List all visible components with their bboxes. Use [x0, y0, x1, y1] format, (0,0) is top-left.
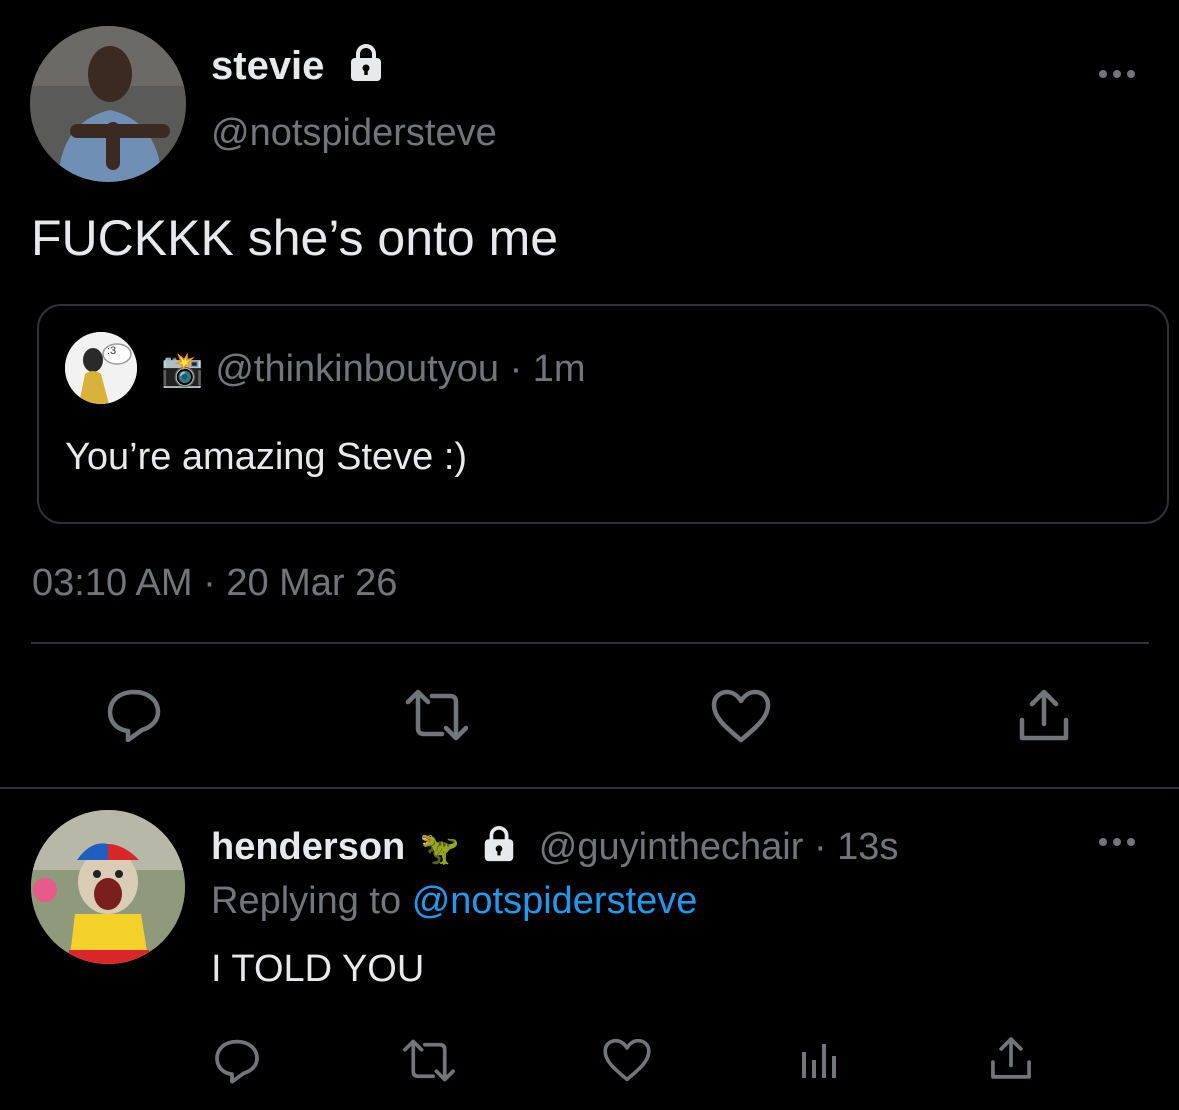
reply-dot: · [813, 826, 827, 868]
tweet-text: FUCKKK she’s onto me [31, 210, 559, 266]
quoted-text: You’re amazing Steve :) [65, 436, 468, 478]
dinosaur-emoji-icon: 🦖 [419, 830, 460, 866]
person-avatar-icon [30, 26, 186, 182]
quoted-avatar[interactable]: :3 [65, 332, 137, 404]
quoted-avatar-badge: :3 [107, 345, 117, 357]
quoted-dot: · [509, 348, 523, 390]
quoted-handle[interactable]: @thinkinboutyou [215, 348, 499, 390]
divider [31, 642, 1149, 644]
handle[interactable]: @notspidersteve [211, 110, 497, 156]
share-icon[interactable] [988, 1034, 1034, 1082]
retweet-icon[interactable] [400, 1038, 458, 1083]
reply-avatar[interactable] [31, 810, 185, 964]
reply-handle[interactable]: @guyinthechair [539, 826, 804, 868]
timestamp[interactable]: 03:10 AM · 20 Mar 26 [32, 560, 397, 606]
share-icon[interactable] [1016, 686, 1072, 744]
display-name-text[interactable]: stevie [211, 44, 324, 88]
quoted-time: 1m [532, 348, 586, 390]
reply-display-name[interactable]: henderson [211, 826, 405, 868]
person-avatar-icon [65, 332, 137, 404]
display-name[interactable]: stevie [211, 42, 386, 94]
lock-icon [480, 825, 518, 874]
dog-avatar-icon [31, 810, 185, 964]
quoted-tweet-card[interactable]: :3 📸 @thinkinboutyou · 1m You’re amazing … [37, 304, 1169, 524]
reply-icon[interactable] [212, 1036, 262, 1084]
reply-time[interactable]: 13s [837, 826, 898, 868]
replying-to-handle[interactable]: @notspidersteve [412, 880, 698, 922]
reply-header: henderson 🦖 @guyinthechair · 13s [211, 824, 898, 874]
quoted-meta: 📸 @thinkinboutyou · 1m [161, 346, 586, 393]
lock-icon [346, 43, 386, 94]
like-heart-icon[interactable] [602, 1037, 652, 1083]
like-heart-icon[interactable] [710, 688, 772, 744]
tweet-separator [0, 787, 1179, 789]
avatar[interactable] [30, 26, 186, 182]
reply-icon[interactable] [104, 686, 164, 742]
more-dots-icon[interactable] [1096, 832, 1138, 852]
reply-text: I TOLD YOU [211, 948, 425, 990]
replying-to: Replying to @notspidersteve [211, 878, 697, 924]
more-dots-icon[interactable] [1096, 64, 1138, 84]
analytics-icon[interactable] [798, 1038, 840, 1080]
camera-flash-emoji-icon: 📸 [161, 351, 204, 389]
retweet-icon[interactable] [402, 688, 472, 742]
replying-to-label: Replying to [211, 880, 402, 922]
